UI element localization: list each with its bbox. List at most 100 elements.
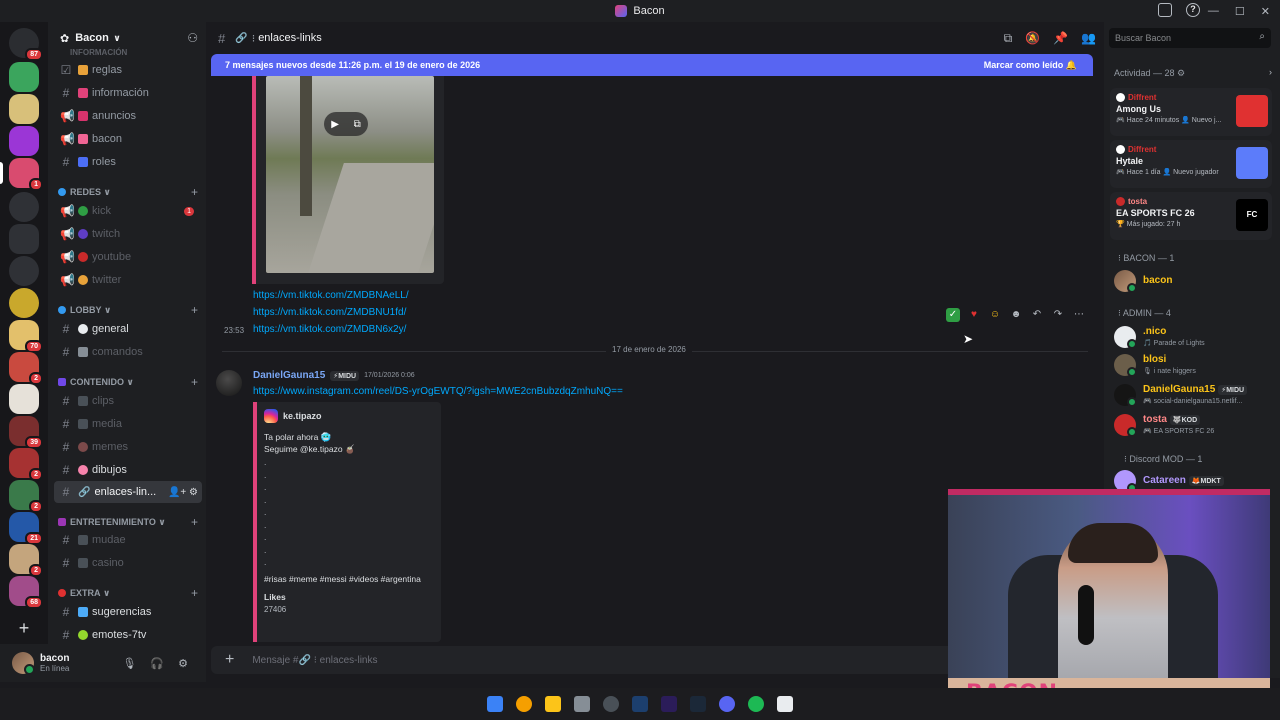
obs-icon[interactable] (603, 696, 619, 712)
server-icon-steam[interactable] (9, 192, 39, 222)
server-icon-yellow[interactable] (9, 94, 39, 124)
channel-mudae[interactable]: # mudae (54, 530, 202, 550)
server-icon-bacon[interactable]: 1 (0, 158, 43, 191)
server-icon-green[interactable] (9, 62, 39, 92)
message-author[interactable]: DanielGauna15 (253, 370, 325, 381)
server-folder[interactable]: 68 (9, 576, 43, 609)
microphone-icon[interactable]: 🎙 (122, 657, 136, 670)
more-options-icon[interactable]: ⋯ (1072, 308, 1086, 322)
maximize-button[interactable]: ☐ (1235, 5, 1245, 18)
premiere-icon[interactable] (661, 696, 677, 712)
channel-dibujos[interactable]: # dibujos (54, 460, 202, 480)
inbox-icon[interactable] (1158, 3, 1172, 17)
channel-sugerencias[interactable]: # sugerencias (54, 602, 202, 622)
channel-kick[interactable]: 📢 kick 1 (54, 201, 202, 221)
threads-icon[interactable]: ⧉ (1004, 31, 1013, 46)
member-item[interactable]: .nico 🎵 Parade of Lights (1114, 326, 1205, 349)
server-icon-purple[interactable] (9, 126, 39, 156)
member-item[interactable]: tosta 🐺KOD 🎮 EA SPORTS FC 26 (1114, 414, 1214, 437)
steam-icon[interactable] (690, 696, 706, 712)
channel-informacion[interactable]: # información (54, 83, 202, 103)
help-icon[interactable]: ? (1186, 3, 1200, 17)
add-reaction-icon[interactable]: ☻ (1009, 308, 1023, 322)
channel-twitch[interactable]: 📢 twitch (54, 224, 202, 244)
notifications-muted-icon[interactable]: 🔕 (1025, 31, 1040, 46)
new-messages-banner[interactable]: 7 mensajes nuevos desde 11:26 p.m. el 19… (211, 54, 1093, 76)
category-extra[interactable]: EXTRA ∨ + (58, 586, 198, 600)
channel-clips[interactable]: # clips (54, 391, 202, 411)
photoshop-icon[interactable] (632, 696, 648, 712)
member-item[interactable]: blosi 🎙 i nate higgers (1114, 354, 1196, 377)
category-entretenimiento[interactable]: ENTRETENIMIENTO ∨ + (58, 515, 198, 529)
channel-emotes-7tv[interactable]: # emotes-7tv (54, 625, 202, 645)
add-channel-icon[interactable]: + (191, 303, 198, 317)
channel-twitter[interactable]: 📢 twitter (54, 270, 202, 290)
message-link[interactable]: https://www.instagram.com/reel/DS-yrOgEW… (253, 386, 623, 397)
avatar[interactable] (12, 652, 35, 675)
spotify-icon[interactable] (748, 696, 764, 712)
channel-actions[interactable]: 👤+ ⚙ (168, 487, 198, 498)
member-item[interactable]: bacon (1114, 270, 1172, 293)
search-input[interactable]: Buscar Bacon ⌕ (1109, 28, 1271, 48)
user-info[interactable]: bacon En línea (40, 653, 122, 673)
category-lobby[interactable]: LOBBY ∨ + (58, 303, 198, 317)
add-channel-icon[interactable]: + (191, 515, 198, 529)
message-link[interactable]: https://vm.tiktok.com/ZMDBNAeLL/ (253, 290, 409, 301)
message-link[interactable]: https://vm.tiktok.com/ZMDBN6x2y/ (253, 324, 406, 335)
avatar[interactable] (216, 370, 242, 396)
add-channel-icon[interactable]: + (191, 375, 198, 389)
channel-enlaces-links[interactable]: # 🔗 enlaces-lin... 👤+ ⚙ (54, 481, 202, 503)
channel-media[interactable]: # media (54, 414, 202, 434)
channel-roles[interactable]: # roles (54, 152, 202, 172)
server-icon-car[interactable] (9, 224, 39, 254)
add-server-icon[interactable]: + (14, 618, 34, 638)
reply-icon[interactable]: ↶ (1030, 308, 1044, 322)
check-reaction-icon[interactable]: ✓ (946, 308, 960, 322)
server-icon-avatar-1[interactable]: 70 (9, 320, 43, 353)
activity-card[interactable]: Diffrent Among Us 🎮 Hace 24 minutos 👤 Nu… (1110, 88, 1272, 136)
category-redes[interactable]: REDES ∨ + (58, 185, 198, 199)
member-item[interactable]: DanielGauna15 ⚡MIDU 🎮 social-danielgauna15… (1114, 384, 1248, 407)
message-link[interactable]: https://vm.tiktok.com/ZMDBNU1fd/ (253, 307, 406, 318)
channel-general[interactable]: # general (54, 319, 202, 339)
chevron-right-icon[interactable]: › (1269, 67, 1272, 77)
server-icon-avatar-7[interactable]: 21 (9, 512, 43, 545)
server-icon-avatar-3[interactable] (9, 384, 39, 414)
discord-icon[interactable] (719, 696, 735, 712)
laugh-reaction-icon[interactable]: ☺ (988, 308, 1002, 322)
windows-start-icon[interactable] (487, 696, 503, 712)
channel-anuncios[interactable]: 📢 anuncios (54, 106, 202, 126)
minimize-button[interactable]: — (1208, 5, 1219, 17)
add-channel-icon[interactable]: + (191, 185, 198, 199)
snipping-tool-icon[interactable] (574, 696, 590, 712)
channel-comandos[interactable]: # comandos (54, 342, 202, 362)
invite-people-icon[interactable]: ⚇ (187, 31, 198, 45)
file-explorer-icon[interactable] (545, 696, 561, 712)
video-thumbnail[interactable]: ▶ ⧉ (266, 76, 434, 273)
server-icon-gold[interactable] (9, 288, 39, 318)
channel-reglas[interactable]: ☑ reglas (54, 60, 202, 80)
heart-reaction-icon[interactable]: ♥ (967, 308, 981, 322)
direct-messages-icon[interactable]: 87 (9, 28, 43, 61)
channel-youtube[interactable]: 📢 youtube (54, 247, 202, 267)
server-icon-circle[interactable] (9, 256, 39, 286)
forward-icon[interactable]: ↷ (1051, 308, 1065, 322)
activity-card[interactable]: tosta EA SPORTS FC 26 🏆 Más jugado: 27 h… (1110, 192, 1272, 240)
play-button[interactable]: ▶ ⧉ (324, 112, 368, 136)
server-icon-avatar-4[interactable]: 39 (9, 416, 43, 449)
channel-memes[interactable]: # memes (54, 437, 202, 457)
gear-icon[interactable]: ⚙ (178, 657, 188, 670)
notion-icon[interactable] (777, 696, 793, 712)
chrome-icon[interactable] (516, 696, 532, 712)
embed-author[interactable]: ke.tipazo (264, 409, 441, 423)
channel-bacon[interactable]: 📢 bacon (54, 129, 202, 149)
server-icon-avatar-5[interactable]: 2 (9, 448, 43, 481)
attach-plus-icon[interactable]: + (225, 651, 234, 669)
channel-casino[interactable]: # casino (54, 553, 202, 573)
server-icon-avatar-6[interactable]: 2 (9, 480, 43, 513)
category-contenido[interactable]: CONTENIDO ∨ + (58, 375, 198, 389)
pin-icon[interactable]: 📌 (1053, 31, 1068, 46)
headphones-icon[interactable]: 🎧 (150, 657, 164, 670)
add-channel-icon[interactable]: + (191, 586, 198, 600)
member-list-icon[interactable]: 👥 (1081, 31, 1096, 46)
